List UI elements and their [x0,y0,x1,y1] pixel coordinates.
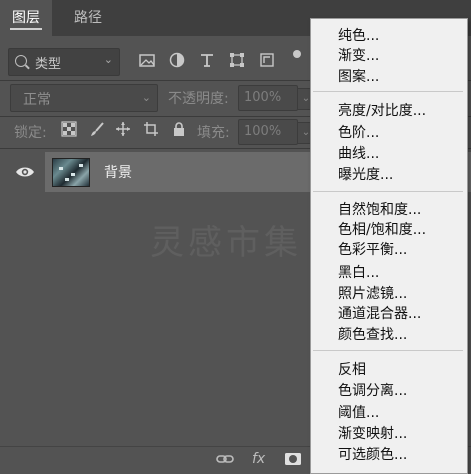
adjustment-layer-filter-icon[interactable] [168,51,186,69]
menu-divider [313,91,463,92]
layer-name: 背景 [104,165,132,181]
menu-item-posterize[interactable]: 色调分离... [338,380,407,400]
menu-item-black-white[interactable]: 黑白... [338,262,379,282]
lock-position-move-icon[interactable] [114,121,132,139]
menu-divider [313,191,463,192]
tab-layers[interactable]: 图层 [0,0,52,36]
menu-item-color-lookup[interactable]: 颜色查找... [338,324,407,344]
lock-transparent-pixels-icon[interactable] [60,121,78,139]
menu-item-selective-color[interactable]: 可选颜色... [338,444,407,464]
filter-kind-label: 类型 [35,57,62,72]
menu-divider [313,350,463,351]
menu-item-gradient-map[interactable]: 渐变映射... [338,423,407,443]
menu-item-gradient[interactable]: 渐变... [338,45,379,65]
menu-item-levels[interactable]: 色阶... [338,122,379,142]
blend-mode-select[interactable]: 正常 ⌄ [10,84,158,112]
tab-paths[interactable]: 路径 [62,0,114,36]
pixel-layer-filter-icon[interactable] [138,51,156,69]
menu-item-threshold[interactable]: 阈值... [338,402,379,422]
menu-item-pattern[interactable]: 图案... [338,66,379,86]
lock-image-pixels-brush-icon[interactable] [88,121,106,139]
watermark-text: 灵感市集 [150,223,302,263]
tab-layers-label: 图层 [12,10,40,26]
fill-label: 填充: [197,125,230,141]
fx-icon[interactable]: fx [252,450,265,468]
filter-toggle-icon[interactable] [288,46,306,64]
layer-thumbnail [52,158,90,187]
layers-panel: 图层 路径 类型 ⌄ 正常 ⌄ 不透明度: 100% ⌄ 锁定: 填充: 100… [0,0,471,474]
menu-item-photo-filter[interactable]: 照片滤镜... [338,283,407,303]
tab-paths-label: 路径 [74,10,102,26]
add-layer-mask-icon[interactable] [284,450,302,468]
menu-item-color-balance[interactable]: 色彩平衡... [338,239,407,259]
link-layers-icon[interactable] [216,450,234,468]
menu-item-exposure[interactable]: 曝光度... [338,164,393,184]
fill-input[interactable]: 100% ⌄ [238,119,315,145]
chevron-down-icon: ⌄ [141,91,151,104]
opacity-input[interactable]: 100% ⌄ [238,85,315,111]
opacity-value: 100% [244,90,282,105]
adjustment-layer-menu: 纯色... 渐变... 图案... 亮度/对比度... 色阶... 曲线... … [310,18,468,474]
menu-item-channel-mixer[interactable]: 通道混合器... [338,303,421,323]
menu-item-brightness-contrast[interactable]: 亮度/对比度... [338,100,426,120]
menu-item-curves[interactable]: 曲线... [338,143,379,163]
shape-layer-filter-icon[interactable] [228,51,246,69]
opacity-label: 不透明度: [168,91,229,107]
search-icon [15,55,27,67]
lock-artboard-icon[interactable] [142,121,160,139]
visibility-eye-icon[interactable] [15,164,35,180]
lock-label: 锁定: [14,125,47,141]
chevron-down-icon: ⌄ [103,53,113,66]
blend-mode-value: 正常 [23,92,51,108]
type-layer-filter-icon[interactable] [198,51,216,69]
fill-value: 100% [244,124,282,139]
menu-item-solid-color[interactable]: 纯色... [338,25,379,45]
menu-item-invert[interactable]: 反相 [338,359,366,379]
menu-item-vibrance[interactable]: 自然饱和度... [338,199,421,219]
menu-item-hue-saturation[interactable]: 色相/饱和度... [338,219,426,239]
tab-active-indicator [10,28,42,30]
lock-all-icon[interactable] [170,121,188,139]
layer-filter-kind-select[interactable]: 类型 ⌄ [8,48,120,76]
smart-object-filter-icon[interactable] [258,51,276,69]
